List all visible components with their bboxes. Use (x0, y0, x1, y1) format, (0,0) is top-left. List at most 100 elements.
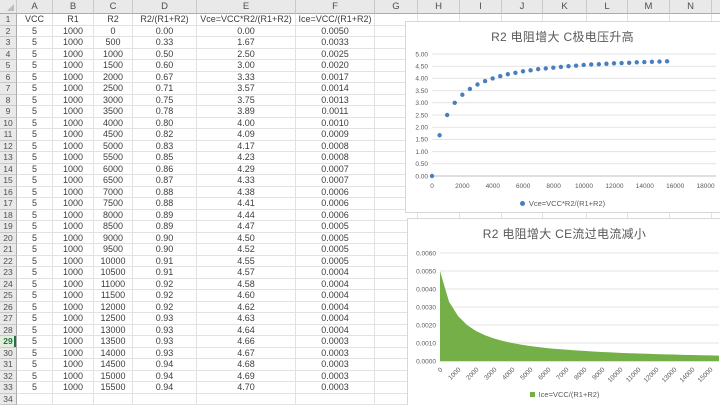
cell-a4[interactable]: 5 (17, 49, 53, 61)
cell-f8[interactable]: 0.0013 (296, 95, 375, 107)
cell-a15[interactable]: 5 (17, 175, 53, 187)
cell-d26[interactable]: 0.92 (133, 302, 197, 314)
cell-d6[interactable]: 0.67 (133, 72, 197, 84)
cell-f7[interactable]: 0.0014 (296, 83, 375, 95)
cell-e8[interactable]: 3.75 (197, 95, 296, 107)
cell-a32[interactable]: 5 (17, 371, 53, 383)
cell-b1[interactable]: R1 (53, 14, 94, 26)
cell-d9[interactable]: 0.78 (133, 106, 197, 118)
cell-e33[interactable]: 4.70 (197, 382, 296, 394)
cell-b33[interactable]: 1000 (53, 382, 94, 394)
cell-d20[interactable]: 0.90 (133, 233, 197, 245)
row-header-7[interactable]: 7 (0, 83, 17, 95)
cell-f31[interactable]: 0.0003 (296, 359, 375, 371)
cell-b5[interactable]: 1000 (53, 60, 94, 72)
row-header-24[interactable]: 24 (0, 279, 17, 291)
cell-e26[interactable]: 4.62 (197, 302, 296, 314)
cell-e32[interactable]: 4.69 (197, 371, 296, 383)
cell-b14[interactable]: 1000 (53, 164, 94, 176)
cell-e28[interactable]: 4.64 (197, 325, 296, 337)
cell-d16[interactable]: 0.88 (133, 187, 197, 199)
cell-c9[interactable]: 3500 (94, 106, 133, 118)
cell-c11[interactable]: 4500 (94, 129, 133, 141)
cell-d8[interactable]: 0.75 (133, 95, 197, 107)
cell-a30[interactable]: 5 (17, 348, 53, 360)
cell-c16[interactable]: 7000 (94, 187, 133, 199)
cell-e18[interactable]: 4.44 (197, 210, 296, 222)
row-header-29[interactable]: 29 (0, 336, 17, 348)
cell-e21[interactable]: 4.52 (197, 244, 296, 256)
column-header-i[interactable]: I (460, 0, 502, 14)
cell-d7[interactable]: 0.71 (133, 83, 197, 95)
column-header-n[interactable]: N (670, 0, 712, 14)
cell-f33[interactable]: 0.0003 (296, 382, 375, 394)
cell-d19[interactable]: 0.89 (133, 221, 197, 233)
cell-f23[interactable]: 0.0004 (296, 267, 375, 279)
cell-d11[interactable]: 0.82 (133, 129, 197, 141)
cell-d30[interactable]: 0.93 (133, 348, 197, 360)
row-header-6[interactable]: 6 (0, 72, 17, 84)
cell-f1[interactable]: Ice=VCC/(R1+R2) (296, 14, 375, 26)
cell-b21[interactable]: 1000 (53, 244, 94, 256)
cell-b9[interactable]: 1000 (53, 106, 94, 118)
cell-b18[interactable]: 1000 (53, 210, 94, 222)
cell-b26[interactable]: 1000 (53, 302, 94, 314)
cell-a16[interactable]: 5 (17, 187, 53, 199)
cell-b10[interactable]: 1000 (53, 118, 94, 130)
cell-c10[interactable]: 4000 (94, 118, 133, 130)
cell-b34[interactable] (53, 394, 94, 405)
cell-c20[interactable]: 9000 (94, 233, 133, 245)
cell-e23[interactable]: 4.57 (197, 267, 296, 279)
cell-d23[interactable]: 0.91 (133, 267, 197, 279)
cell-a12[interactable]: 5 (17, 141, 53, 153)
cell-a1[interactable]: VCC (17, 14, 53, 26)
cell-a10[interactable]: 5 (17, 118, 53, 130)
cell-f2[interactable]: 0.0050 (296, 26, 375, 38)
cell-d31[interactable]: 0.94 (133, 359, 197, 371)
cell-d27[interactable]: 0.93 (133, 313, 197, 325)
cell-f12[interactable]: 0.0008 (296, 141, 375, 153)
row-header-21[interactable]: 21 (0, 244, 17, 256)
row-header-22[interactable]: 22 (0, 256, 17, 268)
cell-e31[interactable]: 4.68 (197, 359, 296, 371)
row-header-19[interactable]: 19 (0, 221, 17, 233)
cell-b24[interactable]: 1000 (53, 279, 94, 291)
cell-d32[interactable]: 0.94 (133, 371, 197, 383)
cell-e11[interactable]: 4.09 (197, 129, 296, 141)
cell-c19[interactable]: 8500 (94, 221, 133, 233)
row-header-32[interactable]: 32 (0, 371, 17, 383)
cell-c6[interactable]: 2000 (94, 72, 133, 84)
cell-c27[interactable]: 12500 (94, 313, 133, 325)
row-header-3[interactable]: 3 (0, 37, 17, 49)
cell-d17[interactable]: 0.88 (133, 198, 197, 210)
cell-e14[interactable]: 4.29 (197, 164, 296, 176)
cell-e4[interactable]: 2.50 (197, 49, 296, 61)
cell-b29[interactable]: 1000 (53, 336, 94, 348)
cell-e1[interactable]: Vce=VCC*R2/(R1+R2) (197, 14, 296, 26)
cell-e6[interactable]: 3.33 (197, 72, 296, 84)
cell-e20[interactable]: 4.50 (197, 233, 296, 245)
column-header-e[interactable]: E (197, 0, 296, 14)
row-header-1[interactable]: 1 (0, 14, 17, 26)
cell-c22[interactable]: 10000 (94, 256, 133, 268)
cell-e10[interactable]: 4.00 (197, 118, 296, 130)
cell-c33[interactable]: 15500 (94, 382, 133, 394)
cell-f4[interactable]: 0.0025 (296, 49, 375, 61)
cell-a8[interactable]: 5 (17, 95, 53, 107)
column-header-g[interactable]: G (375, 0, 418, 14)
cell-c15[interactable]: 6500 (94, 175, 133, 187)
cell-c5[interactable]: 1500 (94, 60, 133, 72)
cell-b2[interactable]: 1000 (53, 26, 94, 38)
row-header-28[interactable]: 28 (0, 325, 17, 337)
cell-b17[interactable]: 1000 (53, 198, 94, 210)
cell-c28[interactable]: 13000 (94, 325, 133, 337)
row-header-26[interactable]: 26 (0, 302, 17, 314)
cell-f25[interactable]: 0.0004 (296, 290, 375, 302)
cell-f26[interactable]: 0.0004 (296, 302, 375, 314)
cell-e15[interactable]: 4.33 (197, 175, 296, 187)
cell-f10[interactable]: 0.0010 (296, 118, 375, 130)
row-header-27[interactable]: 27 (0, 313, 17, 325)
cell-a9[interactable]: 5 (17, 106, 53, 118)
cell-b3[interactable]: 1000 (53, 37, 94, 49)
cell-d29[interactable]: 0.93 (133, 336, 197, 348)
